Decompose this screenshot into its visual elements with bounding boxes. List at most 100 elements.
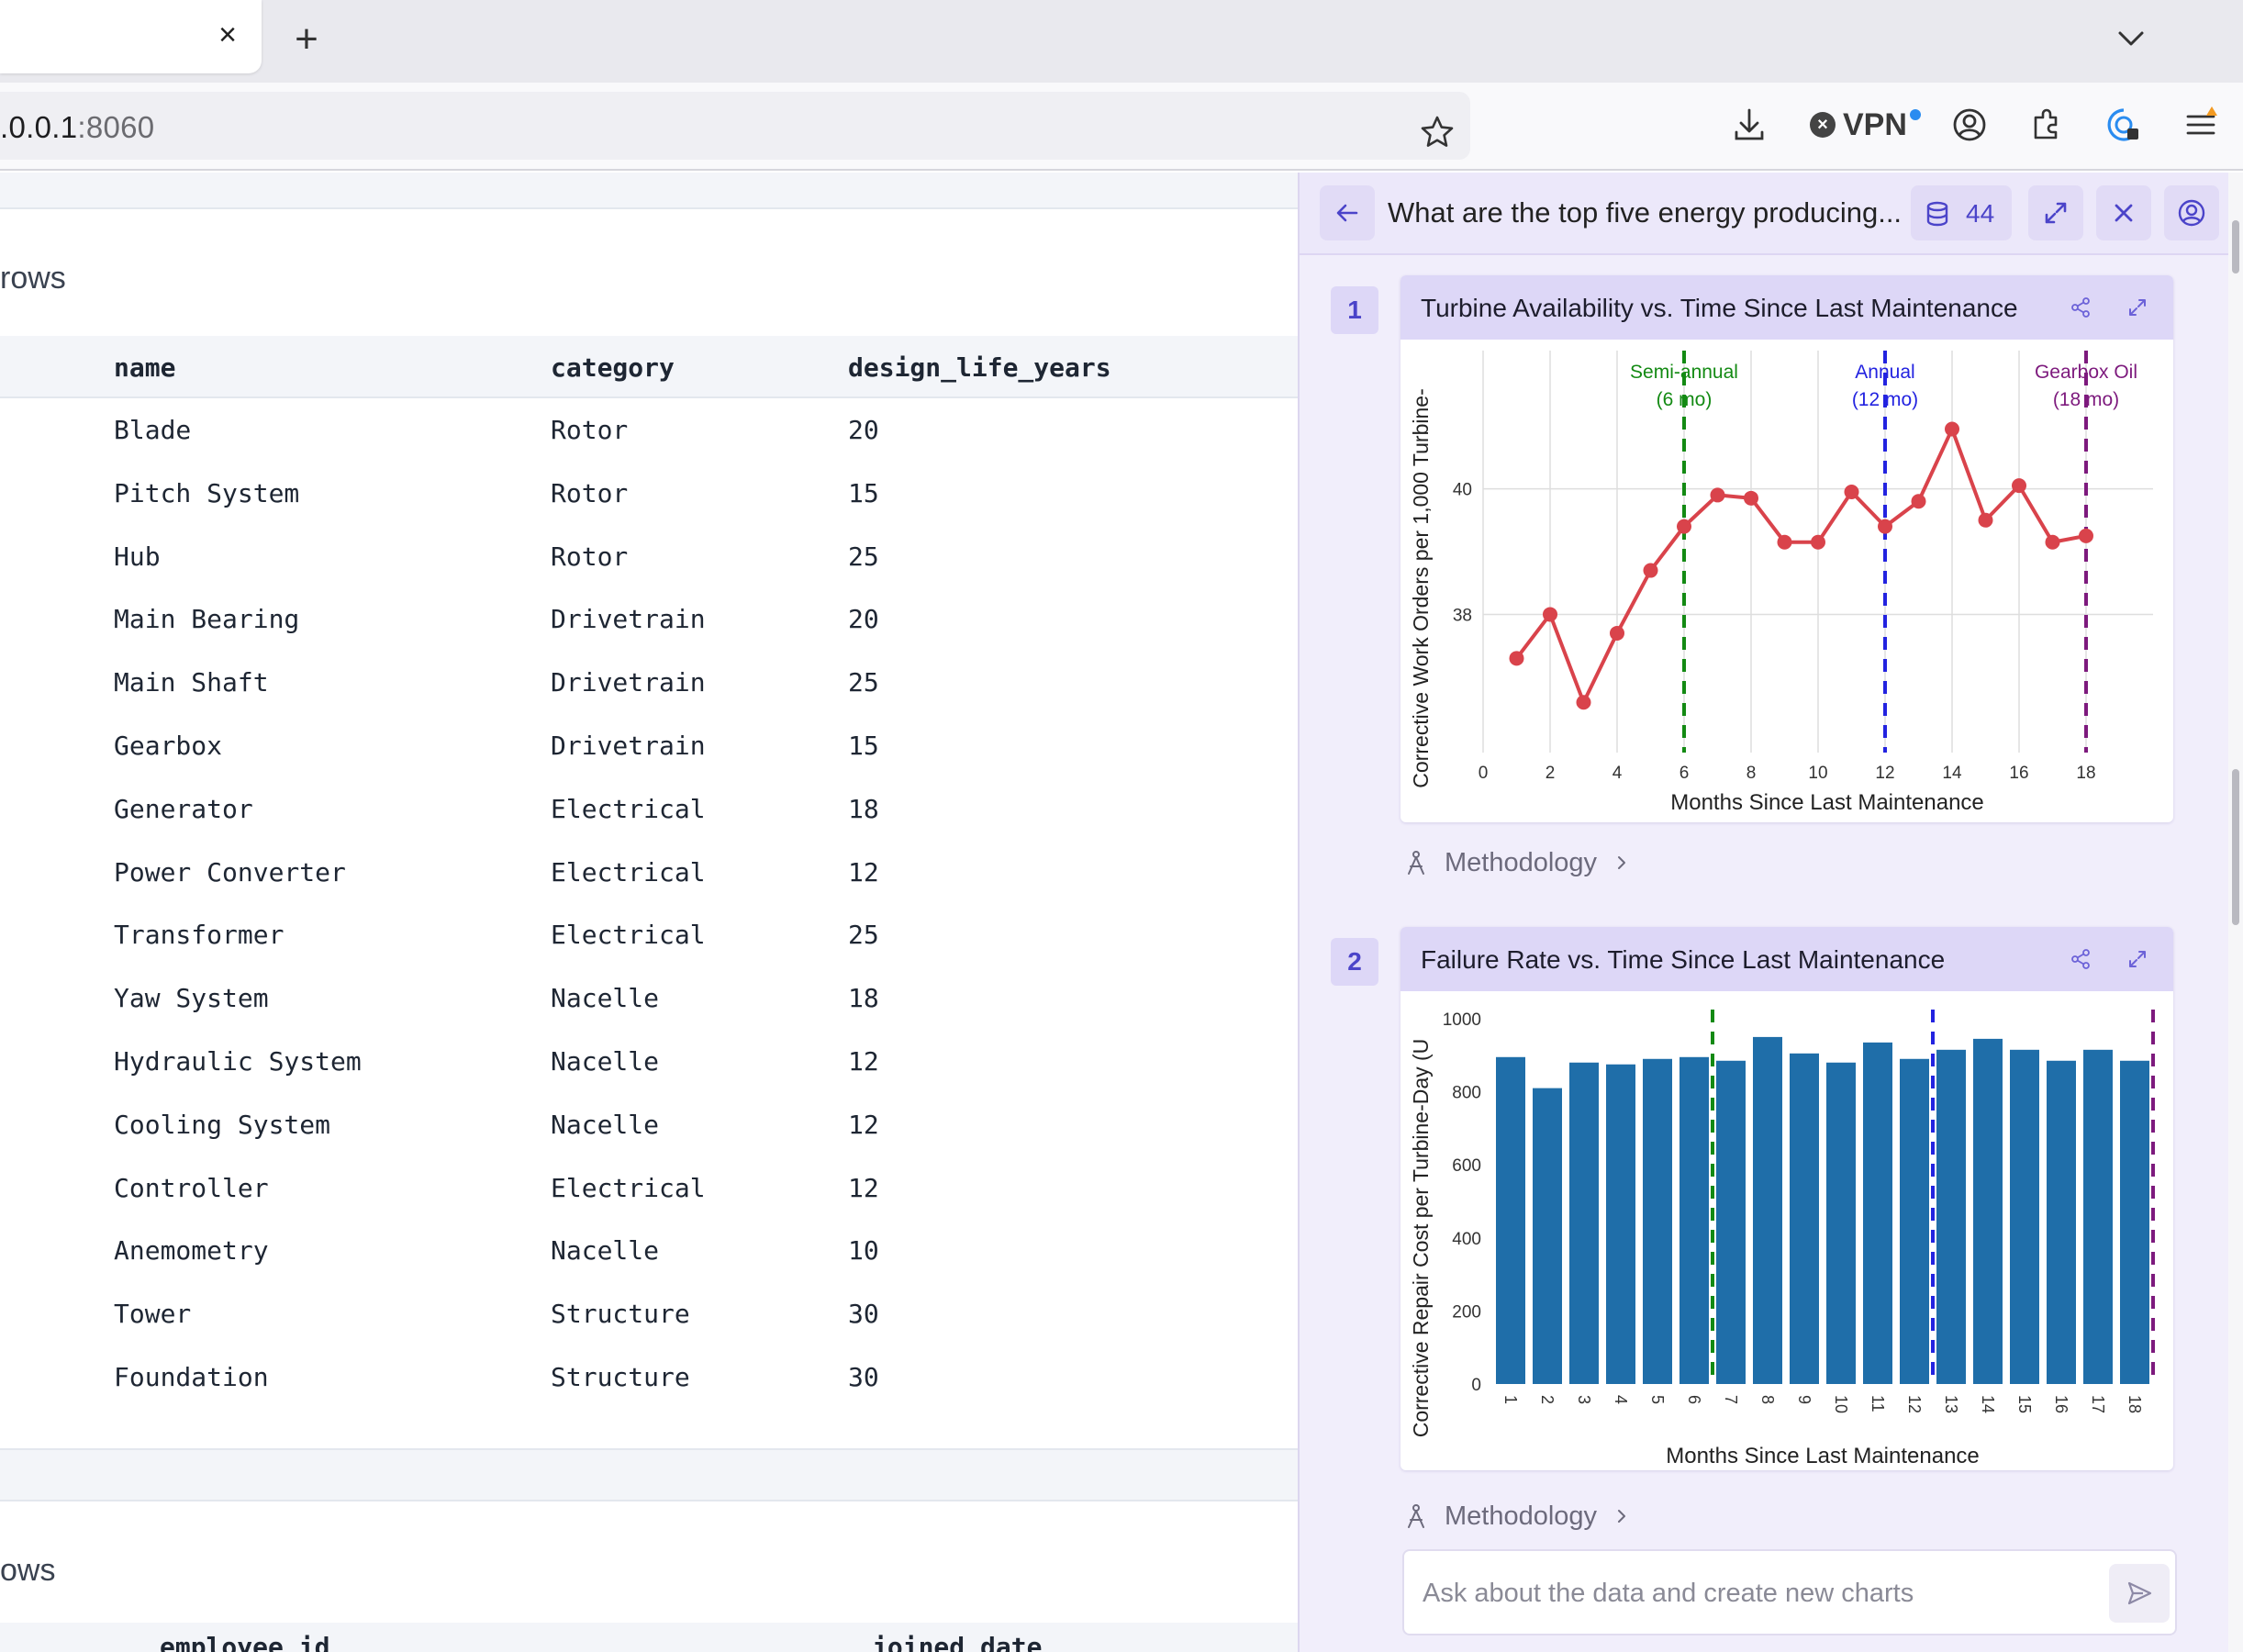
new-tab-button[interactable]: + [288, 17, 325, 62]
cell-category: Electrical [551, 856, 706, 887]
x-tick-label: 8 [1758, 1395, 1777, 1404]
column-header-employee-id[interactable]: employee_id [160, 1632, 329, 1652]
bookmark-star-icon[interactable] [1417, 112, 1457, 152]
x-tick-label: 12 [1875, 764, 1894, 783]
cell-name: Anemometry [114, 1235, 269, 1267]
line-chart: 0 2 4 6 8 10 12 14 16 18 38 40 Semi-annual (6 mo) Annu… [1409, 351, 2153, 815]
expand-chart-button[interactable] [2115, 936, 2160, 982]
table-row[interactable]: Foundation Structure 30 [0, 1345, 1298, 1408]
scrollbar-thumb[interactable] [2232, 769, 2239, 925]
cell-category: Structure [551, 1362, 690, 1392]
column-header-name[interactable]: name [114, 352, 175, 383]
methodology-label: Methodology [1445, 847, 1598, 877]
share-chart-button[interactable] [2058, 936, 2104, 982]
chevron-right-icon [1618, 1510, 1626, 1523]
table-row[interactable]: Tower Structure 30 [0, 1282, 1298, 1345]
bar [1716, 1060, 1746, 1384]
bar [2010, 1049, 2039, 1384]
table-row[interactable]: Transformer Electrical 25 [0, 903, 1298, 966]
chevron-down-icon[interactable] [2111, 18, 2151, 59]
cell-name: Pitch System [114, 477, 300, 508]
cell-category: Electrical [551, 793, 706, 824]
table-row[interactable]: Anemometry Nacelle 10 [0, 1219, 1298, 1281]
table-row[interactable]: Pitch System Rotor 15 [0, 462, 1298, 524]
table-row[interactable]: Main Bearing Drivetrain 20 [0, 587, 1298, 650]
table-row[interactable]: Main Shaft Drivetrain 25 [0, 651, 1298, 713]
bar [1826, 1062, 1856, 1384]
menu-icon[interactable] [2181, 105, 2221, 145]
assistant-panel: What are the top five energy producing..… [1298, 173, 2228, 1652]
privacy-extension-icon[interactable] [2104, 105, 2144, 145]
expand-panel-button[interactable] [2028, 185, 2083, 240]
bar [1863, 1042, 1892, 1384]
x-tick-label: 3 [1575, 1395, 1593, 1404]
table-row[interactable]: Yaw System Nacelle 18 [0, 966, 1298, 1029]
send-button[interactable] [2109, 1564, 2170, 1623]
cell-name: Gearbox [114, 731, 223, 761]
methodology-toggle[interactable]: Methodology [1402, 844, 1632, 881]
result-number-badge: 1 [1331, 286, 1378, 334]
x-tick-label: 0 [1479, 764, 1489, 783]
close-panel-button[interactable] [2096, 185, 2151, 240]
y-tick-label: 200 [1452, 1302, 1481, 1322]
cell-design-life-years: 20 [848, 604, 879, 635]
chat-input[interactable] [1423, 1571, 2065, 1615]
x-tick-label: 2 [1546, 764, 1556, 783]
share-chart-button[interactable] [2058, 285, 2104, 330]
account-icon[interactable] [1949, 105, 1990, 145]
active-tab[interactable]: × [0, 0, 262, 73]
cell-name: Blade [114, 415, 192, 445]
cell-design-life-years: 30 [848, 1299, 879, 1330]
x-tick-label: 6 [1679, 764, 1690, 783]
cell-design-life-years: 15 [848, 731, 879, 761]
cell-design-life-years: 25 [848, 541, 879, 572]
cell-name: Controller [114, 1172, 269, 1203]
cell-design-life-years: 20 [848, 415, 879, 445]
table-row[interactable]: Gearbox Drivetrain 15 [0, 714, 1298, 776]
dataset-count-button[interactable]: 44 [1911, 185, 2012, 240]
methodology-toggle[interactable]: Methodology [1402, 1498, 1632, 1535]
x-tick-label: 9 [1795, 1395, 1813, 1404]
expand-chart-button[interactable] [2115, 285, 2160, 330]
download-icon[interactable] [1729, 105, 1769, 145]
extensions-icon[interactable] [2026, 105, 2067, 145]
table-row[interactable]: Blade Rotor 20 [0, 398, 1298, 461]
annotation-label: (12 mo) [1852, 389, 1918, 410]
table-header: name category design_life_years [0, 336, 1298, 398]
table-row[interactable]: Controller Electrical 12 [0, 1156, 1298, 1219]
y-tick-label: 1000 [1443, 1010, 1481, 1030]
cell-design-life-years: 25 [848, 667, 879, 698]
table-row[interactable]: Hydraulic System Nacelle 12 [0, 1030, 1298, 1092]
column-header-category[interactable]: category [551, 352, 675, 383]
table-row[interactable]: Cooling System Nacelle 12 [0, 1093, 1298, 1155]
x-axis-label: Months Since Last Maintenance [1670, 790, 1984, 815]
table-row[interactable]: Hub Rotor 25 [0, 525, 1298, 587]
bar [1643, 1058, 1672, 1384]
address-bar[interactable]: .0.0.1:8060 [0, 92, 1470, 160]
scrollbar-thumb[interactable] [2232, 220, 2239, 273]
column-header-joined-date[interactable]: joined_date [872, 1632, 1042, 1652]
table-row[interactable]: Generator Electrical 18 [0, 777, 1298, 840]
table-row[interactable]: Power Converter Electrical 12 [0, 841, 1298, 903]
data-point [1610, 625, 1624, 641]
tab-close-button[interactable]: × [209, 17, 246, 53]
page-scrollbar[interactable] [2228, 173, 2243, 1652]
annotation-label: Annual [1855, 362, 1914, 383]
cell-category: Nacelle [551, 1109, 660, 1140]
url-text: .0.0.1:8060 [0, 110, 155, 144]
column-header-design-life-years[interactable]: design_life_years [848, 352, 1111, 383]
data-point [1978, 512, 1993, 528]
back-button[interactable] [1320, 185, 1375, 240]
compass-icon [1408, 1504, 1424, 1528]
x-tick-label: 13 [1942, 1395, 1960, 1413]
expand-icon [2129, 299, 2146, 316]
cell-design-life-years: 18 [848, 983, 879, 1014]
section-divider [0, 1448, 1298, 1501]
cell-design-life-years: 12 [848, 856, 879, 887]
x-tick-label: 16 [2009, 764, 2028, 783]
user-profile-button[interactable] [2164, 185, 2219, 240]
vpn-button[interactable]: × VPN [1810, 105, 1922, 145]
cell-name: Cooling System [114, 1109, 331, 1140]
data-point [2079, 528, 2093, 543]
y-axis-label: Corrective Repair Cost per Turbine-Day (… [1409, 1039, 1433, 1438]
